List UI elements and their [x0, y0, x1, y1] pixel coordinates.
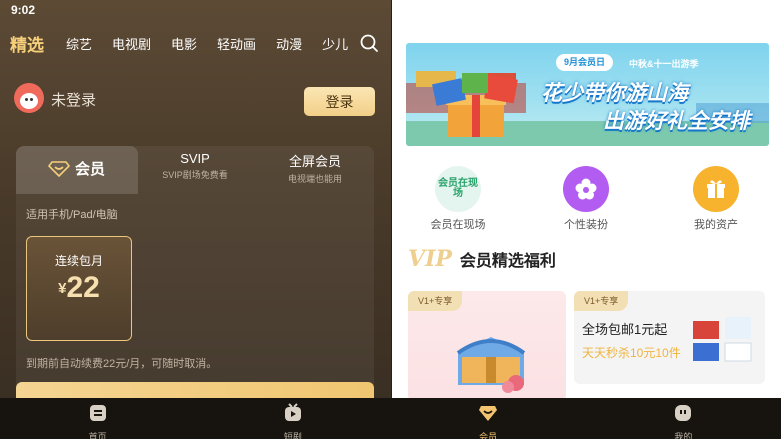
tab-svip[interactable]: SVIP SVIP剧场免费看 [145, 151, 245, 181]
bottom-nav-profile-label: 我的 [674, 432, 693, 439]
plan-price: ¥22 [27, 271, 131, 305]
status-time: 9:02 [11, 3, 36, 17]
tab-variety[interactable]: 综艺 [66, 34, 92, 53]
banner-headline-1: 花少带你游山海 [541, 82, 688, 105]
tab-svip-label: SVIP [180, 151, 210, 166]
vip-diamond-icon [479, 406, 498, 421]
treasure-chest-icon [456, 337, 526, 393]
quick-link-skins[interactable]: 个性装扮 [541, 166, 631, 232]
devices-text: 适用手机/Pad/电脑 [26, 209, 118, 221]
quick-link-assets-label: 我的资产 [694, 219, 738, 231]
quick-link-live-label: 会员在现场 [430, 219, 486, 231]
bottom-nav-short-drama-label: 短剧 [283, 432, 302, 439]
top-nav: 精选 综艺 电视剧 电影 轻动画 动漫 少儿 [10, 31, 381, 55]
flower-icon [563, 166, 609, 212]
login-button[interactable]: 登录 [304, 87, 375, 116]
tab-movies[interactable]: 电影 [171, 34, 197, 53]
bottom-nav: 首页 短剧 会员 我的 [0, 398, 781, 439]
plan-card-monthly[interactable]: 连续包月 ¥22 [26, 236, 132, 341]
tab-fullscreen-label: 全屏会员 [288, 154, 341, 169]
vip-section-header: VIP 会员精选福利 [408, 246, 556, 272]
vip-mark: VIP [408, 246, 452, 272]
welfare-sub: 天天秒杀10元10件 [582, 346, 681, 360]
tab-light-animation[interactable]: 轻动画 [217, 34, 256, 53]
bottom-nav-home[interactable]: 首页 [0, 398, 195, 439]
tab-fullscreen-sub: 电视端也能用 [287, 174, 342, 184]
renew-note: 到期前自动续费22元/月，可随时取消。 [26, 358, 218, 370]
quick-link-skins-label: 个性装扮 [564, 219, 608, 231]
tab-anime[interactable]: 动漫 [276, 34, 302, 53]
gift-icon [693, 166, 739, 212]
welfare-card-shipping[interactable]: V1+专享 全场包邮1元起 天天秒杀10元10件 [574, 291, 765, 384]
gift-box-illustration [428, 73, 524, 139]
bottom-nav-short-drama[interactable]: 短剧 [195, 398, 390, 439]
tab-tv-series[interactable]: 电视剧 [112, 34, 151, 53]
plan-name: 连续包月 [54, 254, 103, 268]
tab-featured[interactable]: 精选 [10, 31, 44, 56]
profile-icon [675, 405, 692, 421]
search-icon[interactable] [359, 33, 379, 53]
bottom-nav-vip[interactable]: 会员 [391, 398, 586, 439]
tab-kids[interactable]: 少儿 [322, 34, 348, 53]
welfare-badge: V1+专享 [408, 291, 463, 311]
quick-link-assets[interactable]: 我的资产 [671, 166, 761, 232]
login-status: 未登录 [51, 92, 97, 109]
home-icon [89, 405, 106, 421]
short-drama-icon [284, 403, 301, 421]
diamond-icon [48, 160, 70, 177]
tab-svip-sub: SVIP剧场免费看 [162, 170, 228, 180]
promo-banner[interactable]: 9月会员日 中秋&十一出游季 花少带你游山海 出游好礼全安排 [406, 43, 769, 146]
banner-pill-right: 中秋&十一出游季 [629, 59, 699, 69]
bottom-nav-profile[interactable]: 我的 [586, 398, 781, 439]
vip-section-title: 会员精选福利 [459, 253, 556, 270]
bottom-nav-vip-label: 会员 [479, 432, 498, 439]
plan-amount: 22 [66, 271, 100, 304]
avatar[interactable] [14, 83, 44, 113]
banner-pill: 9月会员日 [556, 54, 614, 71]
banner-headline-2: 出游好礼全安排 [603, 110, 750, 133]
member-benefits-panel: 9月会员日 中秋&十一出游季 花少带你游山海 出游好礼全安排 会员在现场 会员在… [392, 0, 781, 398]
member-page-panel: 9:02 精选 综艺 电视剧 电影 轻动画 动漫 少儿 未登录 登录 会员 SV… [0, 0, 391, 398]
pay-button[interactable] [16, 382, 374, 398]
welfare-title: 全场包邮1元起 [582, 322, 668, 337]
tab-vip[interactable]: 会员 [48, 158, 105, 179]
quick-link-live[interactable]: 会员在现场 会员在现场 [413, 166, 503, 232]
live-event-icon: 会员在现场 [435, 166, 481, 212]
bottom-nav-home-label: 首页 [88, 432, 107, 439]
welfare-card-chest[interactable]: V1+专享 [408, 291, 566, 398]
tab-vip-label: 会员 [75, 161, 106, 178]
tab-fullscreen[interactable]: 全屏会员 电视端也能用 [265, 151, 365, 185]
welfare-badge: V1+专享 [574, 291, 629, 311]
product-thumbnails [693, 317, 752, 362]
